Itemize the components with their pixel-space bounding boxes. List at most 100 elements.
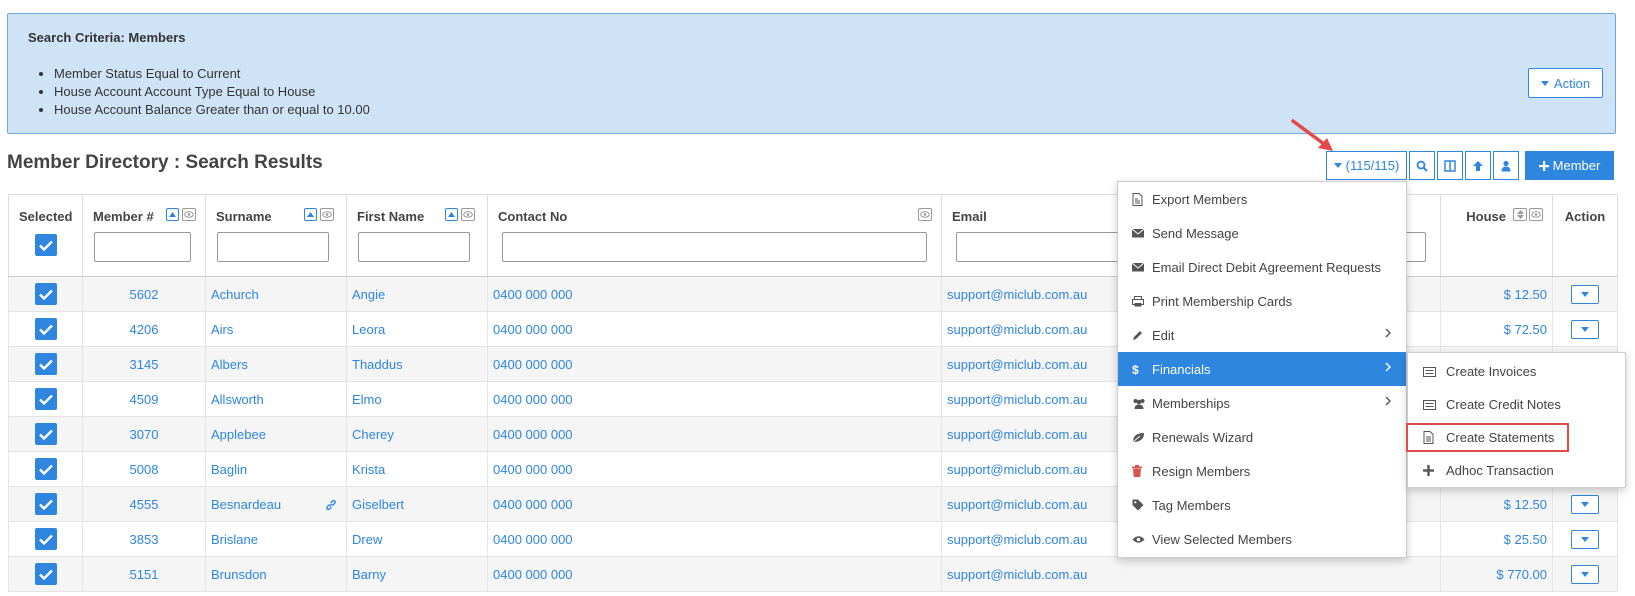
menu-item-resign-members[interactable]: Resign Members [1118, 454, 1406, 488]
menu-item-view-selected[interactable]: View Selected Members [1118, 522, 1406, 556]
criteria-action-button[interactable]: Action [1528, 68, 1603, 98]
table-row[interactable]: 5151 Brunsdon Barny 0400 000 000 support… [8, 556, 1618, 592]
contact-link[interactable]: 0400 000 000 [493, 392, 573, 407]
add-member-button[interactable]: Member [1525, 151, 1614, 180]
eye-icon[interactable] [320, 208, 334, 221]
contact-cell[interactable]: 0400 000 000 [487, 311, 942, 347]
sort-icon[interactable] [1513, 208, 1527, 221]
first-name-link[interactable]: Leora [352, 322, 385, 337]
surname-filter-input[interactable] [217, 232, 329, 262]
contact-link[interactable]: 0400 000 000 [493, 357, 573, 372]
contact-link[interactable]: 0400 000 000 [493, 497, 573, 512]
member-no-cell[interactable]: 4206 [82, 311, 206, 347]
eye-icon[interactable] [918, 208, 932, 221]
eye-icon[interactable] [1529, 208, 1543, 221]
menu-item-tag-members[interactable]: Tag Members [1118, 488, 1406, 522]
surname-link[interactable]: Airs [211, 322, 233, 337]
first-name-cell[interactable]: Krista [346, 451, 488, 487]
email-link[interactable]: support@miclub.com.au [947, 427, 1087, 442]
row-action-button[interactable] [1571, 319, 1599, 339]
member-no-link[interactable]: 4555 [130, 497, 159, 512]
first-name-link[interactable]: Cherey [352, 427, 394, 442]
eye-icon[interactable] [461, 208, 475, 221]
first-name-cell[interactable]: Elmo [346, 381, 488, 417]
member-no-cell[interactable]: 5008 [82, 451, 206, 487]
first-name-link[interactable]: Drew [352, 532, 382, 547]
first-name-cell[interactable]: Barny [346, 556, 488, 592]
surname-link[interactable]: Baglin [211, 462, 247, 477]
email-link[interactable]: support@miclub.com.au [947, 322, 1087, 337]
row-action-button[interactable] [1571, 564, 1599, 584]
selection-count-button[interactable]: (115/115) [1326, 151, 1407, 180]
member-no-cell[interactable]: 3145 [82, 346, 206, 382]
first-name-cell[interactable]: Giselbert [346, 486, 488, 522]
submenu-item-adhoc-transaction[interactable]: Adhoc Transaction [1408, 454, 1625, 487]
member-no-cell[interactable]: 5151 [82, 556, 206, 592]
first-name-cell[interactable]: Cherey [346, 416, 488, 452]
row-checkbox[interactable] [34, 423, 57, 445]
row-checkbox[interactable] [34, 353, 57, 375]
first-name-link[interactable]: Barny [352, 567, 386, 582]
member-no-link[interactable]: 3070 [130, 427, 159, 442]
member-no-link[interactable]: 4206 [130, 322, 159, 337]
menu-item-export-members[interactable]: Export Members [1118, 182, 1406, 216]
contact-cell[interactable]: 0400 000 000 [487, 521, 942, 557]
upload-button[interactable] [1465, 151, 1491, 180]
email-link[interactable]: support@miclub.com.au [947, 392, 1087, 407]
first-name-link[interactable]: Giselbert [352, 497, 404, 512]
contact-link[interactable]: 0400 000 000 [493, 427, 573, 442]
user-button[interactable] [1493, 151, 1519, 180]
menu-item-financials[interactable]: $ Financials [1118, 352, 1406, 386]
member-no-link[interactable]: 4509 [130, 392, 159, 407]
sort-icon[interactable] [445, 208, 458, 221]
surname-link[interactable]: Brislane [211, 532, 258, 547]
member-no-link[interactable]: 3853 [130, 532, 159, 547]
member-no-link[interactable]: 5151 [130, 567, 159, 582]
row-action-button[interactable] [1571, 284, 1599, 304]
surname-link[interactable]: Albers [211, 357, 248, 372]
email-link[interactable]: support@miclub.com.au [947, 567, 1087, 582]
contact-cell[interactable]: 0400 000 000 [487, 416, 942, 452]
row-action-button[interactable] [1571, 494, 1599, 514]
search-button[interactable] [1409, 151, 1435, 180]
sort-icon[interactable] [166, 208, 179, 221]
surname-cell[interactable]: Albers [205, 346, 347, 382]
first-name-link[interactable]: Angie [352, 287, 385, 302]
contact-link[interactable]: 0400 000 000 [493, 532, 573, 547]
eye-icon[interactable] [182, 208, 196, 221]
first-name-link[interactable]: Thaddus [352, 357, 403, 372]
member-no-cell[interactable]: 4509 [82, 381, 206, 417]
member-no-cell[interactable]: 4555 [82, 486, 206, 522]
link-icon[interactable] [325, 499, 337, 511]
submenu-item-create-credit-notes[interactable]: Create Credit Notes [1408, 388, 1625, 421]
contact-cell[interactable]: 0400 000 000 [487, 556, 942, 592]
row-checkbox[interactable] [34, 318, 57, 340]
first-name-link[interactable]: Elmo [352, 392, 382, 407]
surname-cell[interactable]: Brunsdon [205, 556, 347, 592]
contact-link[interactable]: 0400 000 000 [493, 567, 573, 582]
contact-link[interactable]: 0400 000 000 [493, 287, 573, 302]
member-no-link[interactable]: 5602 [130, 287, 159, 302]
sort-icon[interactable] [304, 208, 317, 221]
contact-cell[interactable]: 0400 000 000 [487, 346, 942, 382]
row-checkbox[interactable] [34, 458, 57, 480]
first-name-link[interactable]: Krista [352, 462, 385, 477]
surname-cell[interactable]: Airs [205, 311, 347, 347]
contact-cell[interactable]: 0400 000 000 [487, 486, 942, 522]
first-name-cell[interactable]: Drew [346, 521, 488, 557]
surname-cell[interactable]: Applebee [205, 416, 347, 452]
contact-link[interactable]: 0400 000 000 [493, 462, 573, 477]
contact-cell[interactable]: 0400 000 000 [487, 276, 942, 312]
row-checkbox[interactable] [34, 283, 57, 305]
select-all-checkbox[interactable] [35, 234, 57, 256]
contact-cell[interactable]: 0400 000 000 [487, 451, 942, 487]
menu-item-edit[interactable]: Edit [1118, 318, 1406, 352]
row-checkbox[interactable] [34, 493, 57, 515]
menu-item-email-dd-requests[interactable]: Email Direct Debit Agreement Requests [1118, 250, 1406, 284]
submenu-item-create-invoices[interactable]: Create Invoices [1408, 355, 1625, 388]
email-link[interactable]: support@miclub.com.au [947, 357, 1087, 372]
surname-cell[interactable]: Allsworth [205, 381, 347, 417]
row-action-button[interactable] [1571, 529, 1599, 549]
member-no-cell[interactable]: 5602 [82, 276, 206, 312]
columns-button[interactable] [1437, 151, 1463, 180]
